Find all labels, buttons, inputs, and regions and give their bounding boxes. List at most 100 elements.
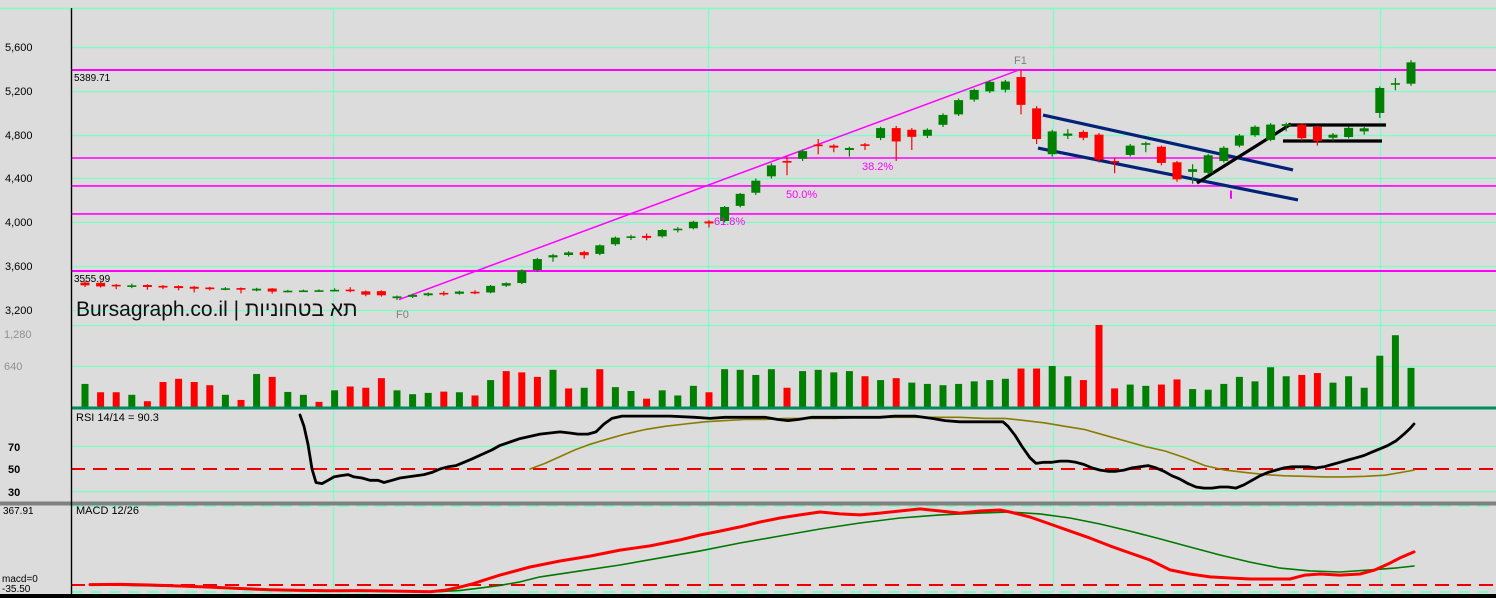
- volume-bar: [689, 385, 697, 407]
- stock-chart-canvas[interactable]: 5,600 5,200 4,800 4,400 4,000 3,600 3,200 1,280…: [0, 0, 1496, 598]
- candle-body: [1344, 127, 1354, 138]
- volume-bar: [658, 390, 666, 407]
- volume-bar: [596, 369, 604, 407]
- candle-body: [1312, 126, 1322, 142]
- volume-bar: [955, 383, 963, 407]
- volume-bar: [1204, 389, 1212, 407]
- candle-body: [392, 296, 402, 299]
- rsi-axis-tick-label: 30: [8, 487, 20, 499]
- level-low-label: 3555.99: [74, 274, 111, 285]
- volume-bar: [1033, 368, 1041, 407]
- volume-bar: [1267, 367, 1275, 407]
- candle-body: [704, 221, 714, 224]
- volume-bar: [908, 382, 916, 407]
- volume-bar: [1251, 381, 1259, 407]
- volume-bar: [580, 387, 588, 407]
- candle-body: [345, 289, 355, 292]
- volume-bar: [112, 392, 120, 407]
- candle-body: [1328, 134, 1338, 138]
- volume-bar: [393, 390, 401, 407]
- candle-body: [1188, 169, 1198, 172]
- candle-body: [1390, 83, 1400, 85]
- candle-body: [1219, 147, 1229, 161]
- volume-bar: [253, 373, 261, 407]
- volume-axis-tick-label: 640: [4, 361, 22, 373]
- volume-bar: [409, 394, 417, 407]
- fib-anchor-f0-label: F0: [396, 309, 409, 321]
- volume-bar: [1345, 376, 1353, 407]
- candle-body: [1156, 146, 1166, 163]
- volume-bar: [143, 401, 151, 407]
- macd-min-label: -35.50: [2, 584, 31, 595]
- candle-body: [298, 290, 308, 293]
- candle-body: [657, 229, 667, 237]
- candle-body: [1078, 131, 1088, 138]
- volume-bar: [1329, 382, 1337, 407]
- volume-bar: [611, 387, 619, 407]
- candle-body: [470, 291, 480, 294]
- macd-panel-label: MACD 12/26: [76, 505, 139, 517]
- candle-body: [283, 290, 293, 293]
- candle-body: [766, 165, 776, 177]
- candle-body: [735, 193, 745, 206]
- watermark-text: Bursagraph.co.il | תא בטחוניות: [76, 298, 358, 321]
- volume-bar: [487, 380, 495, 407]
- candle-body: [564, 252, 574, 255]
- price-axis-tick-label: 4,800: [5, 130, 33, 142]
- volume-bar: [1313, 373, 1321, 407]
- candle-body: [454, 291, 464, 294]
- volume-bar: [377, 378, 385, 407]
- candle-body: [361, 291, 371, 295]
- volume-axis-tick-label: 1,280: [4, 329, 32, 341]
- volume-bar: [1079, 380, 1087, 407]
- volume-bar: [206, 385, 214, 407]
- candle-body: [486, 285, 496, 293]
- level-high-label: 5389.71: [74, 73, 111, 84]
- volume-bar: [1064, 376, 1072, 407]
- volume-bar: [923, 383, 931, 407]
- volume-bar: [767, 369, 775, 407]
- candle-body: [876, 128, 886, 138]
- candle-body: [798, 151, 808, 159]
- macd-max-label: 367.91: [3, 506, 34, 517]
- fib-500-label: 50.0%: [786, 189, 817, 201]
- candle-body: [642, 235, 652, 238]
- volume-bar: [1220, 383, 1228, 407]
- volume-bar: [175, 378, 183, 407]
- candle-body: [969, 89, 979, 100]
- volume-bar: [1360, 387, 1368, 407]
- candle-body: [1000, 81, 1010, 90]
- volume-bar: [268, 376, 276, 407]
- candle-body: [1297, 124, 1307, 139]
- candle-body: [1234, 135, 1244, 146]
- candle-body: [907, 129, 917, 137]
- volume-bar: [533, 376, 541, 407]
- candle-body: [673, 228, 683, 231]
- volume-bar: [159, 382, 167, 407]
- candle-body: [1281, 124, 1291, 126]
- candle-body: [174, 286, 184, 289]
- candle-body: [142, 285, 152, 287]
- volume-bar: [643, 398, 651, 407]
- volume-bar: [502, 371, 510, 407]
- price-axis-tick-label: 3,200: [5, 305, 33, 317]
- candle-body: [158, 285, 168, 288]
- volume-bar: [1235, 376, 1243, 407]
- volume-bar: [1173, 379, 1181, 407]
- price-axis-tick-label: 4,400: [5, 173, 33, 185]
- volume-bar: [845, 371, 853, 407]
- candle-body: [1359, 128, 1369, 132]
- candle-body: [220, 288, 230, 290]
- volume-bar: [1126, 384, 1134, 407]
- volume-bar: [986, 380, 994, 407]
- candle-body: [1016, 77, 1026, 105]
- candle-body: [532, 259, 542, 270]
- volume-bar: [861, 376, 869, 407]
- volume-baseline-bar: [71, 406, 1496, 410]
- candle-body: [439, 292, 449, 295]
- volume-bar: [549, 369, 557, 407]
- volume-bar: [1142, 385, 1150, 407]
- candle-body: [314, 290, 324, 292]
- volume-bar: [1111, 388, 1119, 407]
- candle-body: [985, 81, 995, 92]
